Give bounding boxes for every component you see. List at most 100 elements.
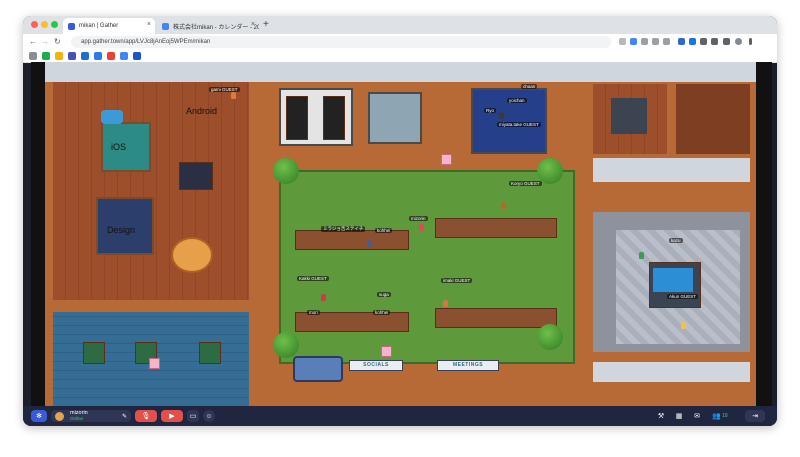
tree (273, 158, 299, 184)
avatar[interactable] (639, 252, 644, 259)
booth-row (286, 96, 308, 140)
player-tag-suga[interactable]: suga (377, 292, 391, 297)
reload-icon[interactable]: ↻ (54, 37, 61, 46)
player-tag-koryo[interactable]: Koryo GUEST (509, 181, 542, 186)
central-lawn (279, 170, 575, 364)
extension-translate-icon[interactable] (689, 38, 696, 45)
bookmark-star-icon[interactable] (663, 38, 670, 45)
back-icon[interactable]: ← (29, 37, 37, 46)
tab-gather[interactable]: mikan | Gather × (63, 18, 155, 34)
new-tab-button[interactable]: + (263, 19, 269, 30)
window-zoom-button[interactable] (51, 21, 58, 28)
people-icon: 👥 (712, 413, 722, 420)
menu-kebab-icon[interactable] (749, 38, 752, 45)
gather-logo-icon[interactable]: ✻ (31, 410, 47, 422)
extensions-icon[interactable] (711, 38, 718, 45)
player-tag-kazu[interactable]: kazu (669, 238, 683, 243)
player-tag-ryo[interactable]: Ryo (484, 108, 497, 113)
bookmark-gmail-icon[interactable] (107, 52, 115, 60)
tab-close-icon[interactable]: × (147, 21, 151, 28)
gather-favicon-icon (68, 22, 75, 30)
user-status: Online (70, 416, 84, 421)
leave-icon[interactable]: ⇥ (745, 410, 765, 422)
address-bar[interactable]: app.gather.town/app/LVJc8jAnEoj5WPEm/mik… (71, 36, 611, 48)
portal-pad[interactable] (149, 358, 160, 369)
tab-strip: mikan | Gather × 株式会社mikan - カレンダー - 20 … (23, 16, 777, 34)
avatar[interactable] (501, 202, 506, 209)
zoom-icon[interactable] (641, 38, 648, 45)
bookmark-google-icon[interactable] (120, 52, 128, 60)
tab-calendar[interactable]: 株式会社mikan - カレンダー - 20 × (157, 18, 259, 34)
player-tag-mizorin[interactable]: mizorin (409, 216, 428, 221)
cast-icon[interactable] (619, 38, 626, 45)
round-rug (171, 237, 213, 273)
sign-socials: SOCIALS (349, 360, 403, 371)
player-tag-akun[interactable]: Akun GUEST (667, 294, 699, 299)
forward-icon[interactable]: → (41, 37, 49, 46)
calendar-favicon-icon (162, 22, 169, 30)
user-status-card[interactable]: mizorin Online ✎ (51, 410, 131, 422)
camera-muted-icon[interactable]: ▶ (161, 410, 183, 422)
google-icon[interactable] (630, 38, 637, 45)
lounge-table (199, 342, 221, 364)
portal-pad[interactable] (441, 154, 452, 165)
avatar[interactable] (443, 300, 448, 307)
gather-map-viewport[interactable]: Android iOS Design SOCIALS MEETINGS gami… (31, 62, 772, 406)
bookmark-sheets-icon[interactable] (42, 52, 50, 60)
avatar[interactable] (419, 224, 424, 231)
edit-pencil-icon[interactable]: ✎ (122, 413, 127, 420)
url-text: app.gather.town/app/LVJc8jAnEoj5WPEm/mik… (81, 39, 211, 45)
office-room-floor (676, 84, 750, 154)
avatar[interactable] (681, 322, 686, 329)
player-tag-kakki[interactable]: Kakki GUEST (297, 276, 329, 281)
bookmark-folder-icon[interactable] (29, 52, 37, 60)
meeting-table (179, 162, 213, 190)
calendar-icon[interactable]: ▦ (673, 410, 685, 422)
bookmark-app-icon[interactable] (68, 52, 76, 60)
zen-room (368, 92, 422, 144)
avatar[interactable] (367, 240, 372, 247)
work-desk-row (295, 312, 409, 332)
room-label-android: Android (186, 106, 218, 116)
bookmark-app-icon[interactable] (94, 52, 102, 60)
player-tag-yoichan[interactable]: yoichan (507, 98, 527, 103)
player-tag-mijikan[interactable]: ミラジョ吉ステイチ (321, 226, 366, 232)
participants-button[interactable]: 👥 18 (709, 410, 731, 422)
tab-close-icon[interactable]: × (251, 21, 255, 28)
right-lower-wall (593, 362, 750, 382)
bookmark-app-icon[interactable] (133, 52, 141, 60)
chat-icon[interactable]: ✉ (691, 410, 703, 422)
work-desk-row (435, 218, 557, 238)
player-tag-imaki[interactable]: imaki GUEST (441, 278, 473, 283)
player-tag-gami[interactable]: gami GUEST (209, 87, 240, 92)
avatar[interactable] (231, 92, 236, 99)
tree (537, 324, 563, 350)
window-close-button[interactable] (31, 21, 38, 28)
sidebar-icon[interactable] (723, 38, 730, 45)
player-tag-chuan[interactable]: chuan (521, 84, 538, 89)
room-label-design: Design (107, 225, 136, 235)
player-tag-mori[interactable]: mori (307, 310, 320, 315)
viewport-margin-right (756, 62, 772, 406)
player-tag-kohhei[interactable]: kohhei (375, 228, 393, 233)
avatar[interactable] (499, 112, 504, 119)
portal-pad[interactable] (381, 346, 392, 357)
emoji-icon[interactable]: ☺ (203, 410, 215, 422)
hammer-icon[interactable]: ⚒ (655, 410, 667, 422)
profile-avatar[interactable] (735, 38, 742, 45)
extension-puzzle-icon[interactable] (700, 38, 707, 45)
browser-window: mikan | Gather × 株式会社mikan - カレンダー - 20 … (23, 16, 777, 426)
player-tag-miyata[interactable]: miyata.take GUEST (497, 122, 541, 127)
player-tag-kohhei-2[interactable]: kohhei (373, 310, 391, 315)
extension-vue-icon[interactable] (678, 38, 685, 45)
screen-share-icon[interactable]: ▭ (187, 410, 199, 422)
booth-row (323, 96, 345, 140)
participants-count: 18 (722, 413, 728, 419)
window-minimize-button[interactable] (41, 21, 48, 28)
mic-muted-icon[interactable]: 🎙 (135, 410, 157, 422)
room-label-ios: iOS (111, 142, 127, 152)
share-icon[interactable] (652, 38, 659, 45)
bookmark-docs-icon[interactable] (81, 52, 89, 60)
avatar[interactable] (321, 294, 326, 301)
bookmark-slides-icon[interactable] (55, 52, 63, 60)
